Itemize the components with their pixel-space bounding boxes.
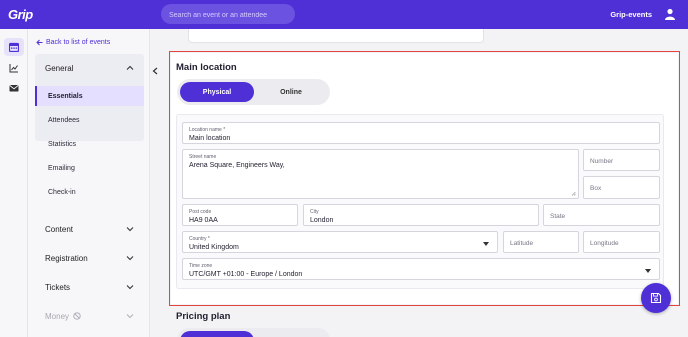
icon-rail: [0, 29, 28, 337]
street-name-field[interactable]: Street name Arena Square, Engineers Way,: [182, 149, 579, 199]
pricing-toggle-active[interactable]: [180, 331, 254, 337]
country-select[interactable]: Country * United Kingdom: [182, 231, 498, 253]
rail-messages-button[interactable]: [4, 79, 24, 97]
search-box[interactable]: [161, 4, 295, 26]
sidebar-item-essentials[interactable]: Essentials: [35, 86, 144, 106]
chevron-down-icon: [126, 256, 134, 261]
event-sidebar: Back to list of events General Essential…: [28, 29, 158, 337]
post-code-field[interactable]: Post code HA9 0AA: [182, 204, 298, 226]
user-icon[interactable]: [664, 8, 676, 20]
sidebar-item-check-in[interactable]: Check-in: [35, 182, 144, 202]
previous-section-card: [188, 29, 484, 43]
chevron-down-icon: [126, 314, 134, 319]
longitude-field[interactable]: Longitude: [583, 231, 660, 253]
save-icon: [650, 292, 662, 304]
chevron-up-icon: [126, 65, 134, 70]
arrow-left-icon: [36, 39, 43, 46]
back-to-events-link[interactable]: Back to list of events: [36, 39, 110, 46]
chart-icon: [9, 64, 18, 73]
sidebar-group-registration[interactable]: Registration: [35, 248, 144, 268]
rail-events-button[interactable]: [4, 38, 24, 56]
general-group-header[interactable]: General: [35, 54, 144, 82]
dropdown-arrow-icon: [645, 269, 651, 273]
org-name[interactable]: Grip-events: [610, 10, 652, 19]
sidebar-item-emailing[interactable]: Emailing: [35, 158, 144, 178]
location-name-field[interactable]: Location name * Main location: [182, 122, 660, 144]
sidebar-item-statistics[interactable]: Statistics: [35, 134, 144, 154]
sidebar-group-content[interactable]: Content: [35, 219, 144, 239]
sidebar-group-tickets[interactable]: Tickets: [35, 277, 144, 297]
calendar-icon: [9, 42, 19, 52]
main-content: Main location Physical Online Location n…: [150, 29, 688, 337]
disabled-icon: [73, 312, 81, 320]
pricing-toggle: [177, 328, 330, 337]
city-field[interactable]: City London: [303, 204, 539, 226]
chevron-down-icon: [126, 227, 134, 232]
location-type-toggle: Physical Online: [177, 79, 330, 105]
state-field[interactable]: State: [543, 204, 660, 226]
tab-online[interactable]: Online: [256, 82, 326, 102]
mail-icon: [9, 85, 19, 92]
chevron-down-icon: [126, 285, 134, 290]
search-input[interactable]: [161, 5, 295, 26]
section-title: Main location: [176, 62, 237, 73]
back-link-label: Back to list of events: [46, 39, 111, 46]
time-zone-select[interactable]: Time zone UTC/GMT +01:00 - Europe / Lond…: [182, 258, 660, 280]
number-field[interactable]: Number: [583, 149, 660, 171]
save-button[interactable]: [641, 283, 671, 313]
top-bar: Grip Grip-events: [0, 0, 688, 29]
tab-physical[interactable]: Physical: [180, 82, 254, 102]
general-label: General: [45, 63, 74, 73]
sidebar-group-money: Money: [35, 306, 144, 326]
box-field[interactable]: Box: [583, 176, 660, 199]
latitude-field[interactable]: Latitude: [503, 231, 579, 253]
sidebar-item-attendees[interactable]: Attendees: [35, 110, 144, 130]
resize-handle-icon[interactable]: [571, 191, 576, 196]
pricing-plan-title: Pricing plan: [176, 311, 231, 322]
dropdown-arrow-icon: [483, 242, 489, 246]
rail-analytics-button[interactable]: [4, 59, 24, 77]
app-logo[interactable]: Grip: [8, 7, 33, 22]
